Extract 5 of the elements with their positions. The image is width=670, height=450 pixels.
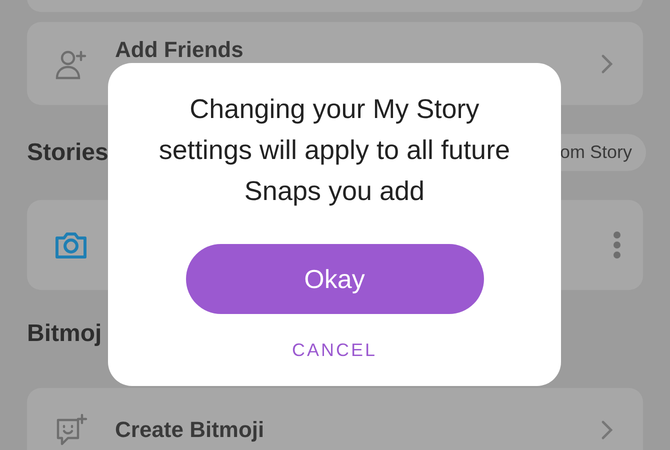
row-label: Create Bitmoji (115, 416, 266, 442)
section-heading: Stories (27, 138, 108, 166)
section-heading: Bitmoj (27, 320, 102, 348)
dialog-message: Changing your My Story settings will apply to all future Snaps you add (158, 93, 512, 208)
row-label: Add Friends (115, 38, 244, 62)
